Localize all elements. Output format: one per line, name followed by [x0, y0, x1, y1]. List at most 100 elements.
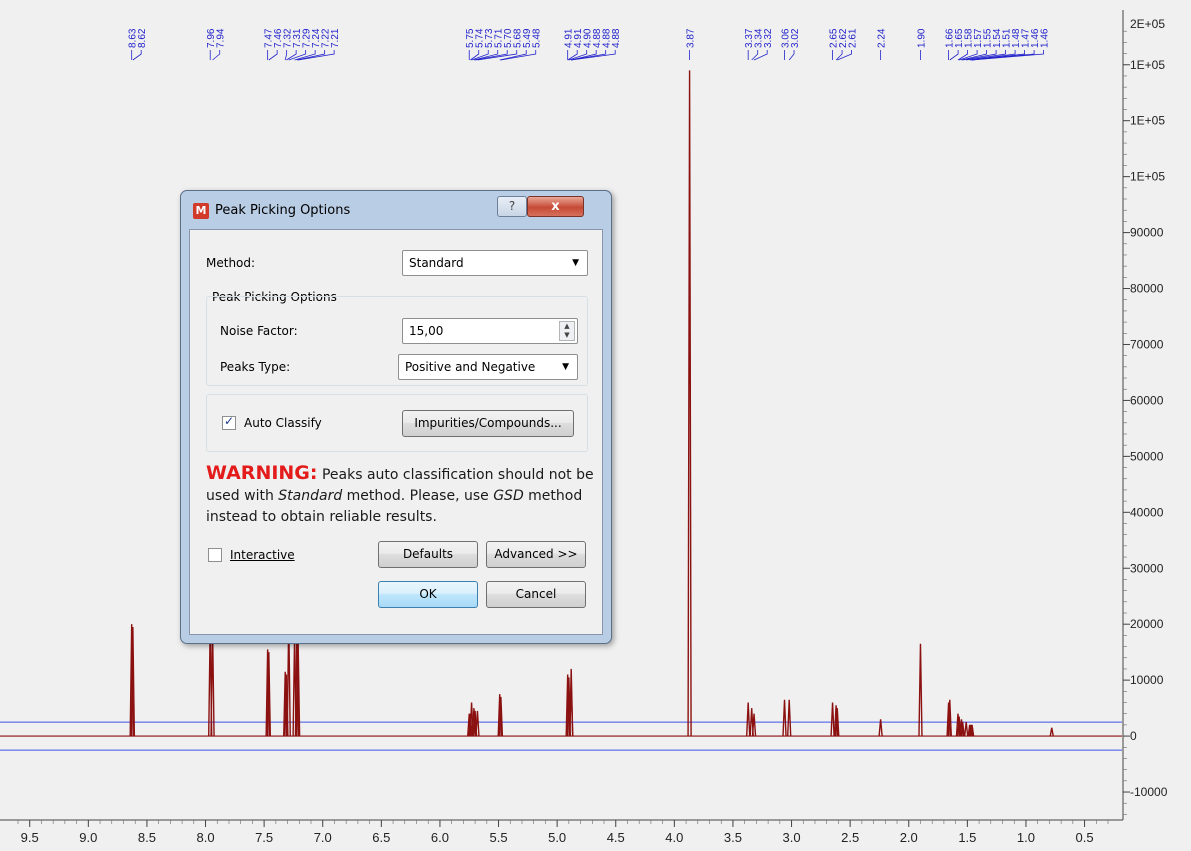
warning-gsd: GSD — [493, 488, 524, 504]
peak-label-leader — [788, 50, 795, 61]
peaks-type-dropdown[interactable]: Positive and Negative ▼ — [398, 354, 578, 380]
spectrum-peak — [963, 722, 969, 737]
y-axis: -10000 0 10000 20000 30000 40000 50000 60000 700… — [1122, 10, 1168, 820]
chevron-down-icon: ▼ — [572, 258, 579, 268]
y-tick-label: 80000 — [1130, 282, 1164, 296]
y-tick-label: 1E+05 — [1130, 58, 1165, 72]
x-tick-label: 9.0 — [79, 830, 97, 845]
peak-label-leader — [268, 50, 278, 61]
spectrum-peak — [745, 702, 751, 737]
advanced-button[interactable]: Advanced >> — [486, 541, 586, 568]
peak-label-leader — [949, 50, 959, 61]
x-tick-label: 1.5 — [958, 830, 976, 845]
dialog-titlebar[interactable]: M Peak Picking Options ? x — [181, 191, 611, 231]
noise-factor-input[interactable]: 15,00 ▲ ▼ — [402, 318, 578, 344]
auto-classify-checkbox[interactable] — [222, 414, 236, 430]
peak-label-leader — [212, 50, 221, 61]
spectrum-peak — [475, 710, 480, 737]
peak-label: 5.48 — [532, 28, 543, 48]
defaults-button[interactable]: Defaults — [378, 541, 478, 568]
spectrum-peak — [1049, 727, 1054, 737]
spectrum-peak — [787, 699, 792, 737]
peak-label: 7.94 — [216, 28, 227, 48]
peak-label: 7.21 — [330, 28, 341, 48]
spin-arrows-icon[interactable]: ▲ ▼ — [559, 321, 575, 341]
x-tick-label: 3.5 — [724, 830, 742, 845]
x-tick-label: 3.0 — [783, 830, 801, 845]
peak-picking-dialog: M Peak Picking Options ? x Method: Stand… — [180, 190, 612, 644]
spectrum-peak — [687, 70, 692, 737]
help-button[interactable]: ? — [497, 196, 527, 217]
noise-factor-value: 15,00 — [409, 324, 444, 338]
warning-word: WARNING: — [206, 462, 318, 484]
peak-label: 3.32 — [763, 28, 774, 48]
peak-labels: 8.638.62 7.967.94 7.477.467.327.317.297.24… — [128, 28, 1051, 61]
chevron-down-icon: ▼ — [562, 362, 569, 372]
method-value: Standard — [409, 256, 464, 270]
mnova-app-icon: M — [193, 203, 209, 219]
cancel-button[interactable]: Cancel — [486, 581, 586, 608]
peak-label-leader — [284, 50, 288, 61]
spectrum-peak — [782, 699, 787, 737]
peak-label: 3.02 — [790, 28, 801, 48]
warning-text-2: method. Please, use — [342, 488, 494, 504]
x-tick-label: 6.0 — [431, 830, 449, 845]
spectrum-peak — [751, 713, 757, 737]
dialog-title: Peak Picking Options — [215, 203, 351, 218]
interactive-label: Interactive — [230, 548, 295, 562]
peak-label: 3.87 — [686, 28, 697, 48]
x-tick-label: 9.5 — [21, 830, 39, 845]
y-tick-label: 10000 — [1130, 673, 1164, 687]
x-tick-label: 8.5 — [138, 830, 156, 845]
y-top-label: 2E+05 — [1130, 17, 1165, 31]
method-dropdown[interactable]: Standard ▼ — [402, 250, 588, 276]
y-tick-label: 0 — [1130, 729, 1137, 743]
y-tick-label: -10000 — [1130, 785, 1168, 799]
method-label: Method: — [206, 256, 256, 270]
x-tick-label: 4.0 — [665, 830, 683, 845]
interactive-checkbox[interactable] — [208, 548, 222, 562]
x-tick-label: 7.5 — [255, 830, 273, 845]
x-tick-label: 5.0 — [548, 830, 566, 845]
x-tick-label: 0.5 — [1076, 830, 1094, 845]
peak-label: 8.62 — [137, 28, 148, 48]
ok-button[interactable]: OK — [378, 581, 478, 608]
y-tick-label: 30000 — [1130, 561, 1164, 575]
spectrum-peak — [830, 702, 835, 737]
auto-classify-label: Auto Classify — [244, 416, 322, 430]
x-tick-label: 1.0 — [1017, 830, 1035, 845]
x-tick-label: 6.5 — [372, 830, 390, 845]
x-tick-label: 2.5 — [841, 830, 859, 845]
y-tick-label: 40000 — [1130, 505, 1164, 519]
warning-message: WARNING: Peaks auto classification shoul… — [206, 462, 596, 528]
x-tick-label: 2.0 — [900, 830, 918, 845]
peak-label-leader — [753, 50, 768, 61]
peak-label: 2.61 — [848, 28, 859, 48]
peak-label-leader — [286, 50, 297, 61]
peaks-type-value: Positive and Negative — [405, 360, 536, 374]
peak-label-leader — [837, 50, 852, 61]
y-tick-label: 90000 — [1130, 226, 1164, 240]
y-tick-label: 20000 — [1130, 617, 1164, 631]
y-tick-label: 60000 — [1130, 393, 1164, 407]
y-tick-label: 1E+05 — [1130, 114, 1165, 128]
x-tick-label: 4.5 — [607, 830, 625, 845]
x-tick-label: 7.0 — [314, 830, 332, 845]
dialog-client-area: Method: Standard ▼ Peak Picking Options … — [189, 229, 603, 635]
x-axis: 9.5 9.0 8.5 8.0 7.5 7.0 6.5 6.0 5.5 5.0 4.5 4.0 3.5 3… — [0, 819, 1123, 845]
noise-factor-label: Noise Factor: — [220, 324, 298, 338]
x-tick-label: 8.0 — [196, 830, 214, 845]
peak-label: 4.88 — [611, 28, 622, 48]
peak-label-leader — [132, 50, 142, 61]
impurities-compounds-button[interactable]: Impurities/Compounds... — [402, 410, 574, 437]
y-tick-label: 1E+05 — [1130, 170, 1165, 184]
warning-standard: Standard — [278, 488, 343, 504]
peaks-type-label: Peaks Type: — [220, 360, 291, 374]
y-tick-label: 70000 — [1130, 337, 1164, 351]
close-button[interactable]: x — [527, 196, 584, 217]
peak-label: 2.24 — [877, 28, 888, 48]
peak-label: 1.46 — [1040, 28, 1051, 48]
peak-label: 1.90 — [916, 28, 927, 48]
x-tick-label: 5.5 — [489, 830, 507, 845]
y-tick-label: 50000 — [1130, 449, 1164, 463]
